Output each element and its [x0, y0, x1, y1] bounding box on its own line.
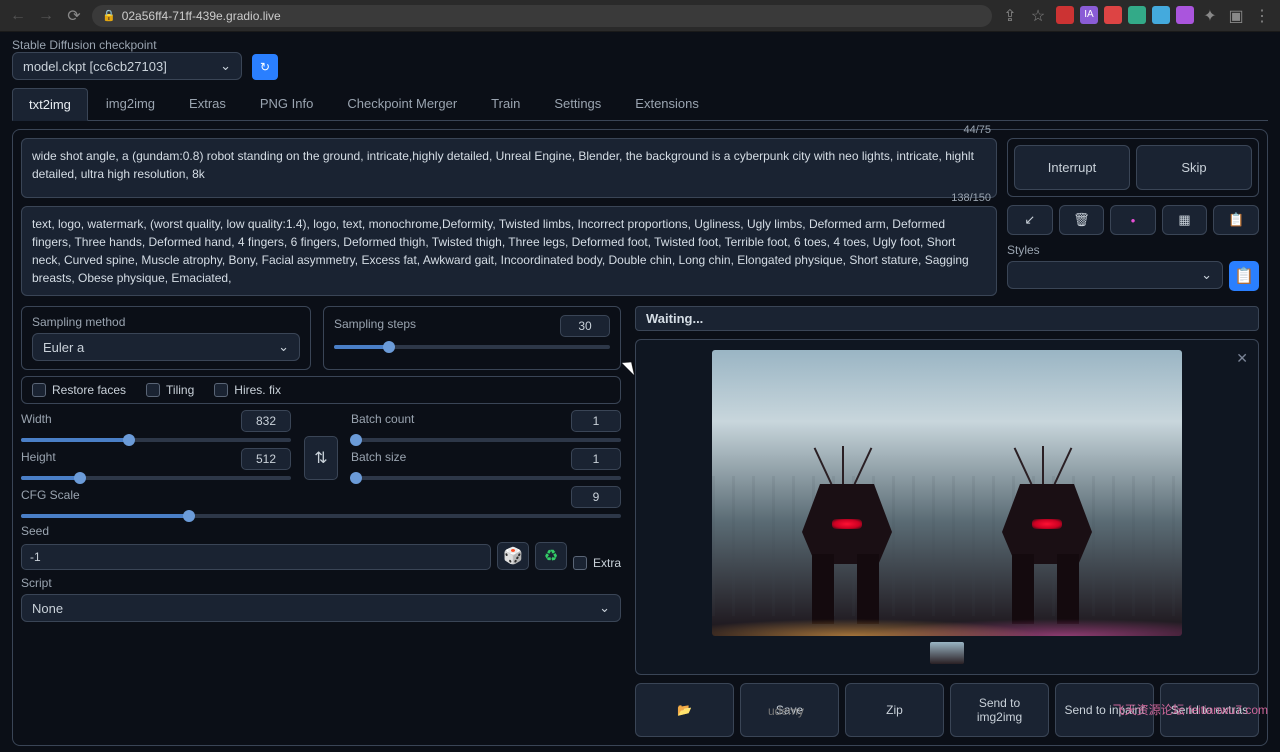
mini-trash-button[interactable]: 🗑 — [1059, 205, 1105, 235]
ext-icon[interactable] — [1176, 6, 1194, 24]
mini-dot-button[interactable]: • — [1110, 205, 1156, 235]
output-thumbnail[interactable] — [930, 642, 964, 664]
url-bar[interactable]: 🔒 02a56ff4-71ff-439e.gradio.live — [92, 5, 992, 27]
cfg-label: CFG Scale — [21, 488, 80, 502]
height-slider[interactable] — [21, 476, 291, 480]
checkpoint-label: Stable Diffusion checkpoint — [12, 38, 242, 52]
batch-size-slider[interactable] — [351, 476, 621, 480]
prompt-input[interactable]: wide shot angle, a (gundam:0.8) robot st… — [21, 138, 997, 198]
seed-recycle-button[interactable]: ♻ — [535, 542, 567, 570]
sampling-method-select[interactable]: Euler a ⌄ — [32, 333, 300, 361]
ext-icon[interactable] — [1104, 6, 1122, 24]
checkpoint-select[interactable]: model.ckpt [cc6cb27103] ⌄ — [12, 52, 242, 80]
ext-icon[interactable] — [1152, 6, 1170, 24]
send-img2img-button[interactable]: Send to img2img — [950, 683, 1049, 737]
skip-button[interactable]: Skip — [1136, 145, 1252, 190]
star-icon[interactable]: ☆ — [1028, 6, 1048, 26]
script-select[interactable]: None ⌄ — [21, 594, 621, 622]
tab-settings[interactable]: Settings — [538, 88, 617, 120]
neg-prompt-token-count: 138/150 — [951, 192, 991, 204]
negative-prompt-input[interactable]: text, logo, watermark, (worst quality, l… — [21, 206, 997, 296]
chevron-down-icon: ⌄ — [278, 339, 289, 355]
url-text: 02a56ff4-71ff-439e.gradio.live — [122, 9, 281, 23]
chevron-down-icon: ⌄ — [1201, 267, 1212, 283]
batch-size-label: Batch size — [351, 450, 406, 464]
tiling-checkbox[interactable]: Tiling — [146, 383, 194, 397]
save-button[interactable]: Save — [740, 683, 839, 737]
folder-button[interactable]: 📂 — [635, 683, 734, 737]
ext-icon[interactable] — [1128, 6, 1146, 24]
width-slider[interactable] — [21, 438, 291, 442]
puzzle-icon[interactable]: ✦ — [1200, 6, 1220, 26]
send-inpaint-button[interactable]: Send to inpaint — [1055, 683, 1154, 737]
tab-pnginfo[interactable]: PNG Info — [244, 88, 329, 120]
forward-icon[interactable]: → — [36, 6, 56, 26]
reload-icon[interactable]: ⟳ — [64, 6, 84, 26]
prompt-token-count: 44/75 — [963, 124, 991, 136]
lock-icon: 🔒 — [102, 9, 116, 22]
seed-label: Seed — [21, 524, 621, 538]
width-label: Width — [21, 412, 52, 426]
tab-train[interactable]: Train — [475, 88, 536, 120]
zip-button[interactable]: Zip — [845, 683, 944, 737]
mini-clip-button[interactable]: 📋 — [1213, 205, 1259, 235]
output-image[interactable] — [712, 350, 1182, 636]
styles-label: Styles — [1007, 243, 1223, 257]
restore-faces-checkbox[interactable]: Restore faces — [32, 383, 126, 397]
share-icon[interactable]: ⇪ — [1000, 6, 1020, 26]
ext-icon[interactable]: IA — [1080, 6, 1098, 24]
sampling-steps-label: Sampling steps — [334, 317, 416, 331]
mini-grid-button[interactable]: ▦ — [1162, 205, 1208, 235]
sampling-steps-slider[interactable] — [334, 345, 610, 349]
apply-style-button[interactable]: 📋 — [1229, 261, 1259, 291]
width-input[interactable] — [241, 410, 291, 432]
height-input[interactable] — [241, 448, 291, 470]
output-image-panel: ✕ — [635, 339, 1259, 675]
chevron-down-icon: ⌄ — [599, 600, 610, 616]
height-label: Height — [21, 450, 56, 464]
ext-icon[interactable] — [1056, 6, 1074, 24]
batch-size-input[interactable] — [571, 448, 621, 470]
back-icon[interactable]: ← — [8, 6, 28, 26]
seed-extra-checkbox[interactable]: Extra — [573, 556, 621, 570]
tab-extensions[interactable]: Extensions — [619, 88, 715, 120]
send-extras-button[interactable]: Send to extras — [1160, 683, 1259, 737]
swap-dims-button[interactable]: ⇅ — [304, 436, 338, 480]
tab-img2img[interactable]: img2img — [90, 88, 171, 120]
refresh-checkpoint-button[interactable]: ↻ — [252, 54, 278, 80]
tab-txt2img[interactable]: txt2img — [12, 88, 88, 121]
close-icon[interactable]: ✕ — [1236, 350, 1248, 367]
batch-count-slider[interactable] — [351, 438, 621, 442]
chevron-down-icon: ⌄ — [220, 58, 231, 74]
tab-extras[interactable]: Extras — [173, 88, 242, 120]
output-status: Waiting... — [635, 306, 1259, 331]
menu-icon[interactable]: ⋮ — [1252, 6, 1272, 26]
batch-count-input[interactable] — [571, 410, 621, 432]
cfg-input[interactable] — [571, 486, 621, 508]
cfg-slider[interactable] — [21, 514, 621, 518]
panel-icon[interactable]: ▣ — [1226, 6, 1246, 26]
styles-select[interactable]: ⌄ — [1007, 261, 1223, 289]
tab-checkpoint-merger[interactable]: Checkpoint Merger — [331, 88, 473, 120]
script-label: Script — [21, 576, 621, 590]
seed-input[interactable] — [21, 544, 491, 570]
sampling-steps-input[interactable] — [560, 315, 610, 337]
sampling-method-label: Sampling method — [32, 315, 300, 329]
batch-count-label: Batch count — [351, 412, 414, 426]
hires-fix-checkbox[interactable]: Hires. fix — [214, 383, 281, 397]
seed-dice-button[interactable]: 🎲 — [497, 542, 529, 570]
mini-arrow-button[interactable]: ↙ — [1007, 205, 1053, 235]
interrupt-button[interactable]: Interrupt — [1014, 145, 1130, 190]
